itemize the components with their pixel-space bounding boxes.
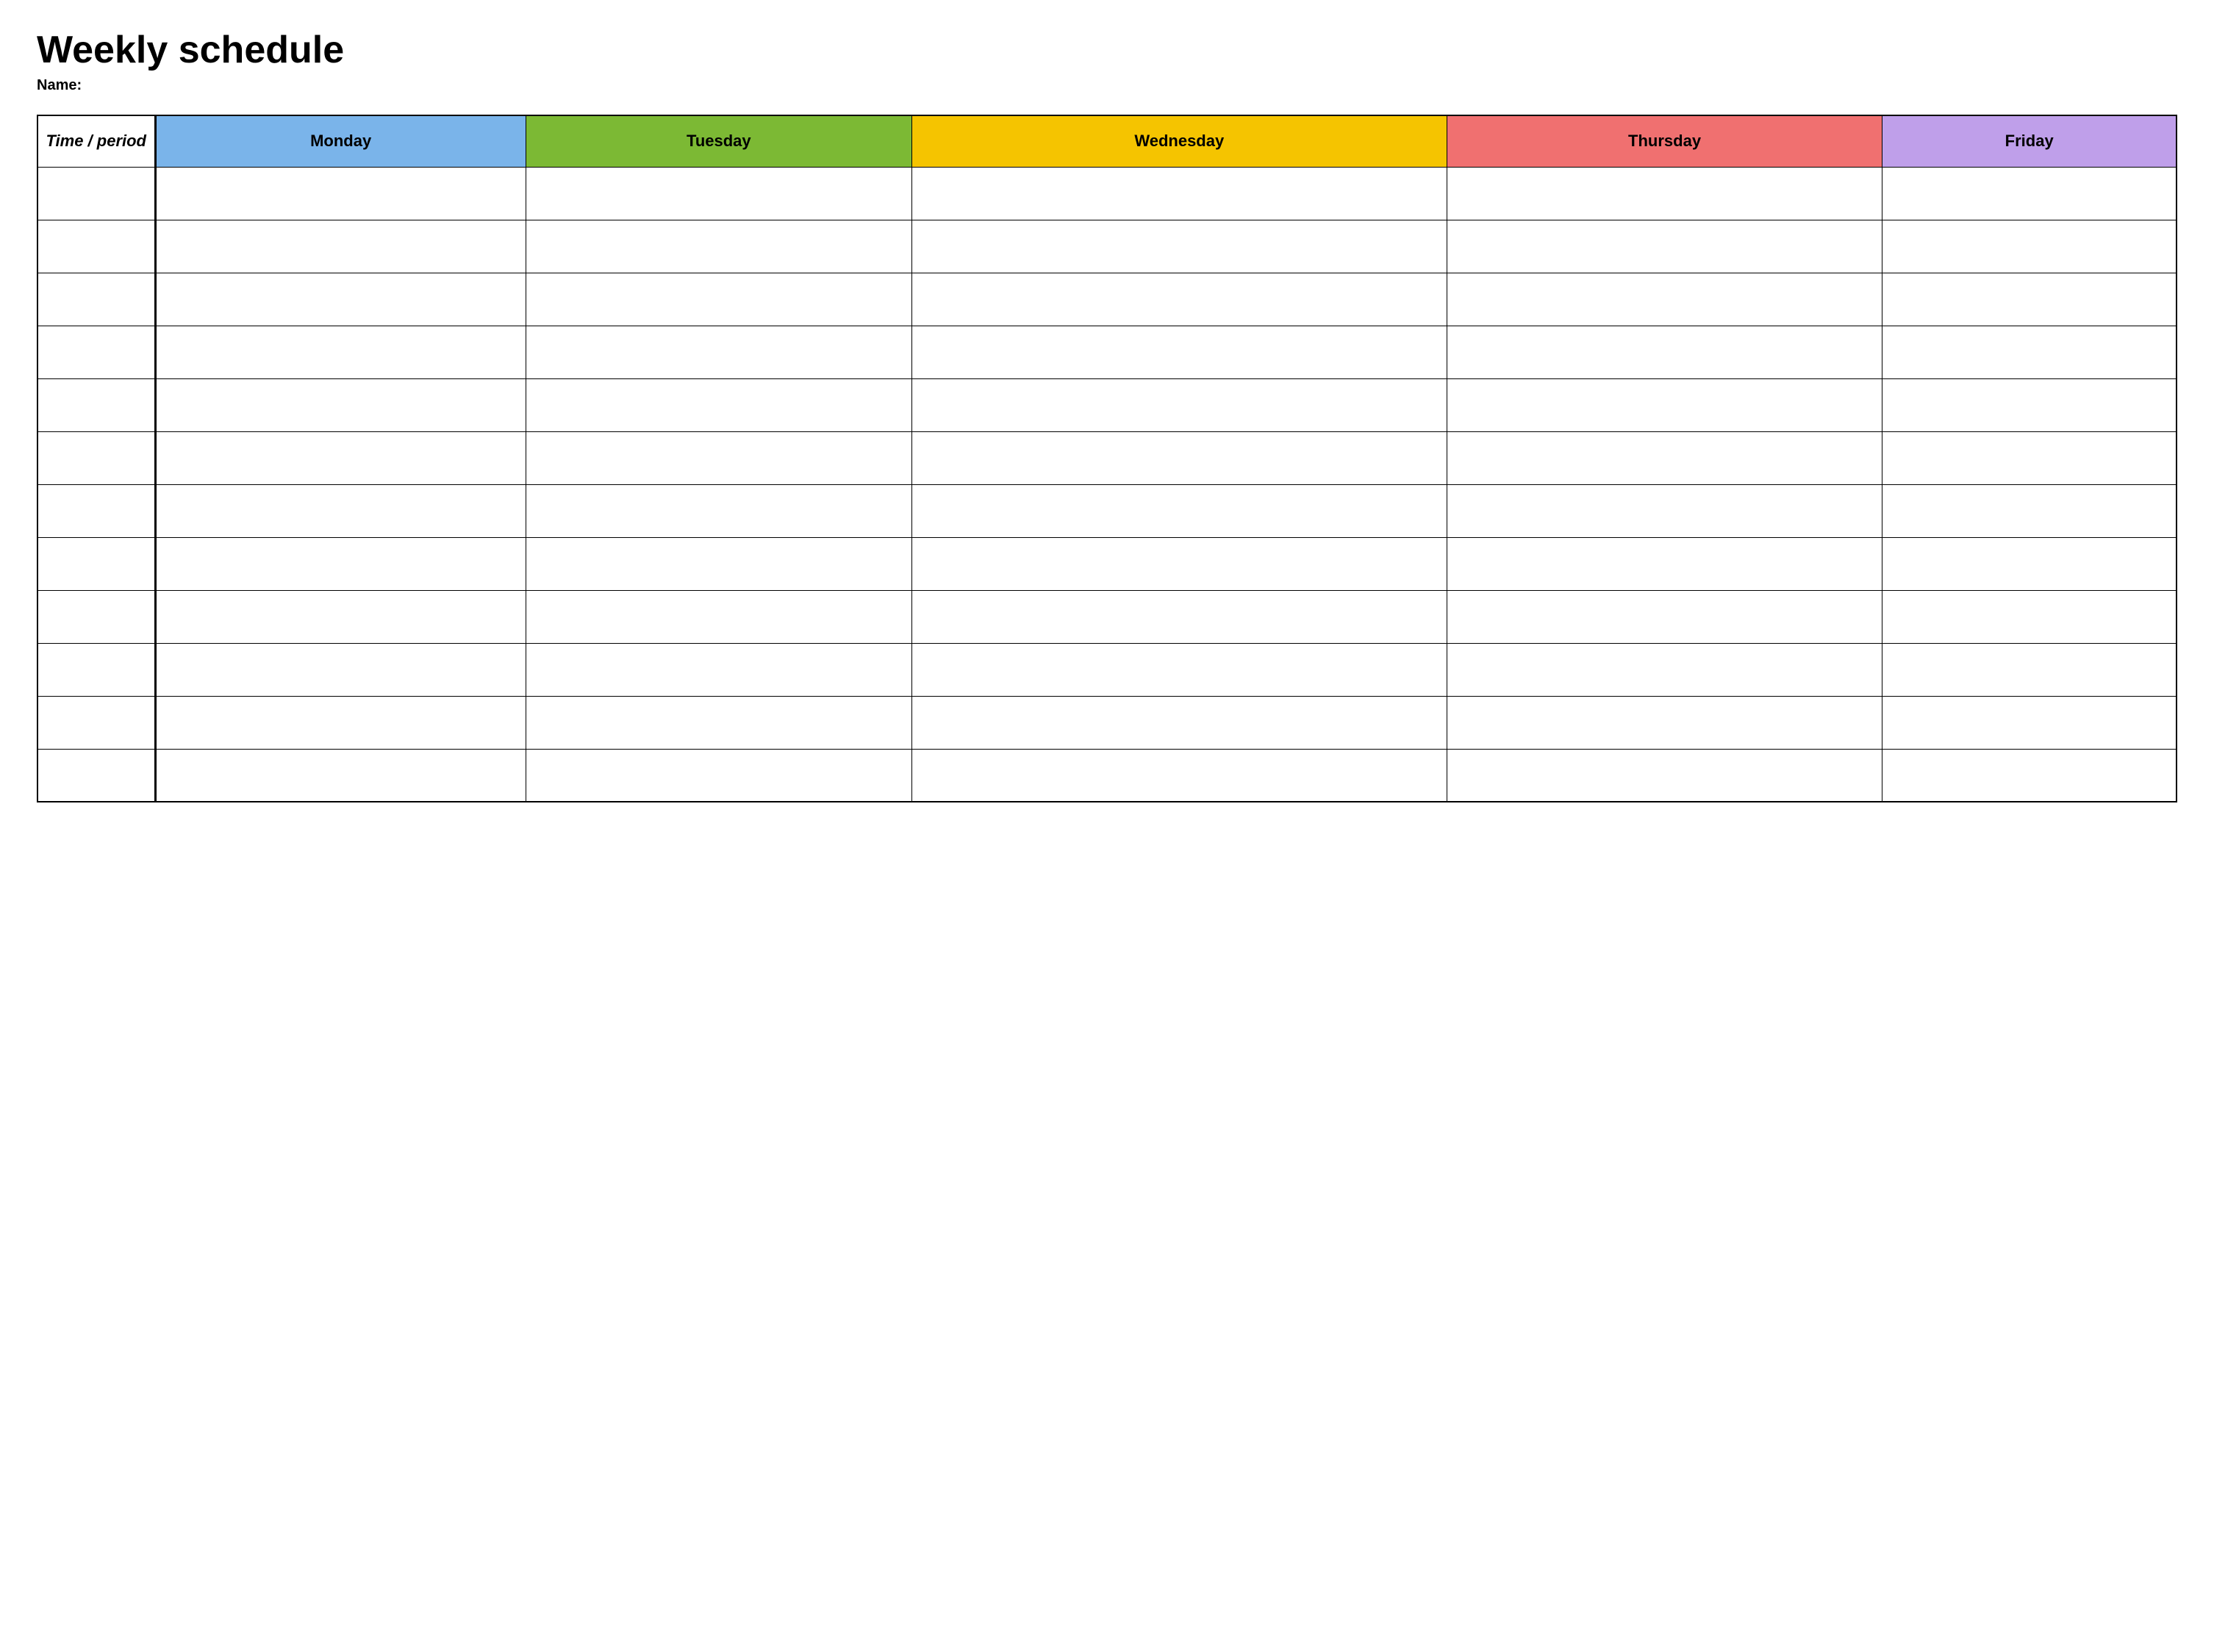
friday-header: Friday <box>1882 115 2177 167</box>
friday-cell[interactable] <box>1882 167 2177 220</box>
friday-cell[interactable] <box>1882 484 2177 537</box>
monday-cell[interactable] <box>155 431 526 484</box>
time-cell[interactable] <box>37 167 155 220</box>
time-cell[interactable] <box>37 696 155 749</box>
monday-cell[interactable] <box>155 484 526 537</box>
thursday-cell[interactable] <box>1447 431 1882 484</box>
thursday-cell[interactable] <box>1447 537 1882 590</box>
tuesday-cell[interactable] <box>526 273 911 326</box>
tuesday-cell[interactable] <box>526 220 911 273</box>
time-cell[interactable] <box>37 220 155 273</box>
tuesday-cell[interactable] <box>526 537 911 590</box>
table-row <box>37 537 2177 590</box>
monday-cell[interactable] <box>155 696 526 749</box>
time-cell[interactable] <box>37 378 155 431</box>
thursday-cell[interactable] <box>1447 326 1882 378</box>
time-cell[interactable] <box>37 273 155 326</box>
thursday-cell[interactable] <box>1447 696 1882 749</box>
tuesday-cell[interactable] <box>526 696 911 749</box>
monday-header: Monday <box>155 115 526 167</box>
monday-cell[interactable] <box>155 378 526 431</box>
table-row <box>37 590 2177 643</box>
thursday-header: Thursday <box>1447 115 1882 167</box>
friday-cell[interactable] <box>1882 537 2177 590</box>
thursday-cell[interactable] <box>1447 220 1882 273</box>
wednesday-cell[interactable] <box>911 749 1447 802</box>
wednesday-header: Wednesday <box>911 115 1447 167</box>
monday-cell[interactable] <box>155 273 526 326</box>
time-cell[interactable] <box>37 326 155 378</box>
wednesday-cell[interactable] <box>911 273 1447 326</box>
friday-cell[interactable] <box>1882 326 2177 378</box>
table-row <box>37 326 2177 378</box>
monday-cell[interactable] <box>155 220 526 273</box>
tuesday-cell[interactable] <box>526 643 911 696</box>
time-cell[interactable] <box>37 431 155 484</box>
tuesday-cell[interactable] <box>526 326 911 378</box>
tuesday-cell[interactable] <box>526 484 911 537</box>
table-row <box>37 378 2177 431</box>
friday-cell[interactable] <box>1882 643 2177 696</box>
name-label: Name: <box>37 77 2177 94</box>
table-row <box>37 220 2177 273</box>
wednesday-cell[interactable] <box>911 326 1447 378</box>
wednesday-cell[interactable] <box>911 643 1447 696</box>
friday-cell[interactable] <box>1882 220 2177 273</box>
friday-cell[interactable] <box>1882 378 2177 431</box>
time-cell[interactable] <box>37 749 155 802</box>
monday-cell[interactable] <box>155 749 526 802</box>
table-row <box>37 431 2177 484</box>
wednesday-cell[interactable] <box>911 484 1447 537</box>
thursday-cell[interactable] <box>1447 590 1882 643</box>
time-cell[interactable] <box>37 537 155 590</box>
table-row <box>37 167 2177 220</box>
time-cell[interactable] <box>37 643 155 696</box>
time-period-header: Time / period <box>37 115 155 167</box>
monday-cell[interactable] <box>155 590 526 643</box>
friday-cell[interactable] <box>1882 590 2177 643</box>
tuesday-cell[interactable] <box>526 378 911 431</box>
table-row <box>37 749 2177 802</box>
thursday-cell[interactable] <box>1447 749 1882 802</box>
wednesday-cell[interactable] <box>911 220 1447 273</box>
tuesday-cell[interactable] <box>526 167 911 220</box>
wednesday-cell[interactable] <box>911 378 1447 431</box>
wednesday-cell[interactable] <box>911 696 1447 749</box>
time-cell[interactable] <box>37 484 155 537</box>
friday-cell[interactable] <box>1882 431 2177 484</box>
thursday-cell[interactable] <box>1447 378 1882 431</box>
monday-cell[interactable] <box>155 326 526 378</box>
thursday-cell[interactable] <box>1447 167 1882 220</box>
monday-cell[interactable] <box>155 643 526 696</box>
friday-cell[interactable] <box>1882 696 2177 749</box>
tuesday-cell[interactable] <box>526 749 911 802</box>
friday-cell[interactable] <box>1882 273 2177 326</box>
thursday-cell[interactable] <box>1447 273 1882 326</box>
thursday-cell[interactable] <box>1447 484 1882 537</box>
tuesday-header: Tuesday <box>526 115 911 167</box>
wednesday-cell[interactable] <box>911 590 1447 643</box>
page-title: Weekly schedule <box>37 29 2177 71</box>
table-row <box>37 696 2177 749</box>
tuesday-cell[interactable] <box>526 590 911 643</box>
tuesday-cell[interactable] <box>526 431 911 484</box>
wednesday-cell[interactable] <box>911 167 1447 220</box>
table-row <box>37 273 2177 326</box>
monday-cell[interactable] <box>155 167 526 220</box>
monday-cell[interactable] <box>155 537 526 590</box>
friday-cell[interactable] <box>1882 749 2177 802</box>
thursday-cell[interactable] <box>1447 643 1882 696</box>
header-row: Time / period Monday Tuesday Wednesday T… <box>37 115 2177 167</box>
table-row <box>37 484 2177 537</box>
wednesday-cell[interactable] <box>911 431 1447 484</box>
wednesday-cell[interactable] <box>911 537 1447 590</box>
time-cell[interactable] <box>37 590 155 643</box>
table-row <box>37 643 2177 696</box>
weekly-schedule-table: Time / period Monday Tuesday Wednesday T… <box>37 115 2177 802</box>
